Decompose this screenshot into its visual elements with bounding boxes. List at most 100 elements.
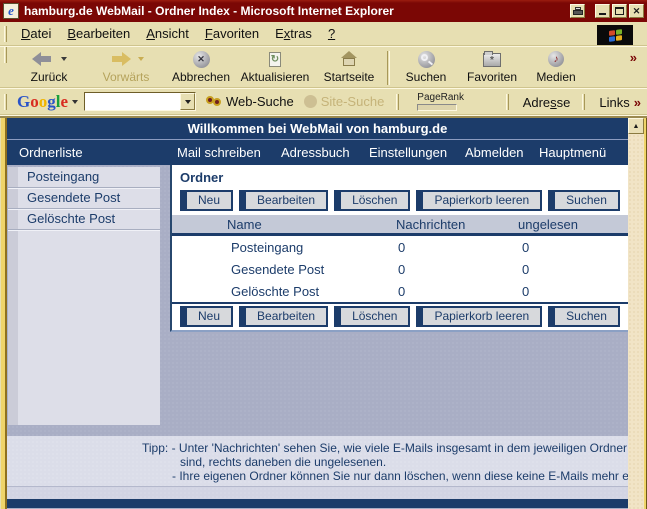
neu-button[interactable]: Neu	[185, 190, 233, 211]
nav-abmelden[interactable]: Abmelden	[465, 145, 524, 160]
google-menu-caret-icon[interactable]	[72, 100, 78, 104]
links-chevron-icon[interactable]: »	[634, 95, 641, 110]
home-button[interactable]: Startseite	[315, 47, 383, 87]
address-bar-label[interactable]: Adresse	[515, 95, 579, 110]
folder-link[interactable]: Gelöschte Post	[231, 284, 319, 299]
nav-einstellungen[interactable]: Einstellungen	[369, 145, 447, 160]
folder-sidebar: Posteingang Gesendete Post Gelöschte Pos…	[8, 167, 160, 425]
web-search-button[interactable]: Web-Suche	[206, 94, 294, 109]
folder-link[interactable]: Gesendete Post	[231, 262, 324, 277]
google-search-input[interactable]	[85, 94, 180, 109]
papierkorb-leeren-button[interactable]: Papierkorb leeren	[421, 306, 542, 327]
lower-strip	[7, 486, 628, 499]
pagerank-bar	[417, 104, 457, 111]
google-toolbar: Google Web-Suche Site-Suche PageRank Adr…	[0, 88, 647, 114]
toolbar-overflow-chevron-icon[interactable]: »	[630, 50, 637, 65]
pagerank-indicator: PageRank	[417, 93, 464, 111]
back-button[interactable]: Zurück	[13, 47, 85, 87]
page-left-border	[0, 118, 7, 509]
sidebar-item-posteingang[interactable]: Posteingang	[8, 167, 160, 188]
windows-brand-logo	[597, 25, 633, 45]
toolbar-gripper[interactable]	[506, 94, 509, 110]
site-search-icon	[304, 95, 317, 108]
vertical-scrollbar[interactable]: ▲	[628, 118, 644, 509]
window-title: hamburg.de WebMail - Ordner Index - Micr…	[24, 4, 568, 18]
menu-ansicht[interactable]: Ansicht	[138, 24, 197, 43]
scroll-up-icon: ▲	[633, 123, 640, 130]
favorites-button[interactable]: * Favoriten	[458, 47, 526, 87]
toolbar-separator	[396, 94, 399, 110]
links-bar-label[interactable]: Links	[591, 95, 631, 110]
table-row: Posteingang 0 0	[172, 236, 628, 258]
table-row: Gelöschte Post 0 0	[172, 280, 628, 302]
minimize-button[interactable]	[595, 4, 610, 18]
back-icon	[32, 52, 54, 66]
loeschen-button[interactable]: Löschen	[339, 306, 410, 327]
minimize-icon	[599, 13, 606, 15]
forward-button: Vorwärts	[85, 47, 167, 87]
back-dropdown-icon[interactable]	[61, 57, 67, 61]
action-button-row-bottom: Neu Bearbeiten Löschen Papierkorb leeren…	[180, 306, 628, 327]
menu-extras[interactable]: Extras	[267, 24, 320, 43]
nav-hauptmenu[interactable]: Hauptmenü	[539, 145, 606, 160]
suchen-button[interactable]: Suchen	[553, 306, 620, 327]
nav-mail-schreiben[interactable]: Mail schreiben	[177, 145, 261, 160]
webmail-page: Willkommen bei WebMail von hamburg.de Or…	[7, 118, 628, 509]
search-icon	[418, 51, 435, 68]
browser-window: e hamburg.de WebMail - Ordner Index - Mi…	[0, 0, 647, 509]
binoculars-icon	[206, 96, 222, 108]
stop-icon: ✕	[193, 51, 210, 68]
toolbar-gripper[interactable]	[4, 47, 7, 63]
site-search-button: Site-Suche	[304, 94, 385, 109]
chevron-down-icon	[185, 100, 191, 104]
google-logo[interactable]: Google	[17, 92, 68, 112]
scroll-up-button[interactable]: ▲	[628, 118, 644, 134]
windows-flag-icon	[609, 29, 622, 42]
maximize-button[interactable]	[612, 4, 627, 18]
menu-datei[interactable]: Datei	[13, 24, 59, 43]
footer-bar	[7, 499, 628, 508]
suchen-button[interactable]: Suchen	[553, 190, 620, 211]
bearbeiten-button[interactable]: Bearbeiten	[244, 306, 328, 327]
webmail-nav-bar: Ordnerliste Mail schreiben Adressbuch Ei…	[7, 140, 628, 165]
loeschen-button[interactable]: Löschen	[339, 190, 410, 211]
neu-button[interactable]: Neu	[185, 306, 233, 327]
folder-content-box: Ordner Neu Bearbeiten Löschen Papierkorb…	[170, 165, 628, 332]
toolbar-gripper[interactable]	[4, 26, 7, 42]
papierkorb-leeren-button[interactable]: Papierkorb leeren	[421, 190, 542, 211]
forward-icon	[109, 52, 131, 66]
media-icon: ♪	[548, 51, 564, 67]
toolbar-gripper[interactable]	[4, 94, 7, 110]
refresh-button[interactable]: ↻ Aktualisieren	[235, 47, 315, 87]
home-icon	[340, 51, 358, 67]
refresh-icon: ↻	[269, 52, 281, 67]
menu-favoriten[interactable]: Favoriten	[197, 24, 267, 43]
google-search-box[interactable]	[84, 92, 196, 111]
stop-button[interactable]: ✕ Abbrechen	[167, 47, 235, 87]
bearbeiten-button[interactable]: Bearbeiten	[244, 190, 328, 211]
search-dropdown-button[interactable]	[180, 93, 195, 110]
ie-logo-icon: e	[3, 3, 19, 19]
tip-line: - Ihre eigenen Ordner können Sie nur dan…	[172, 469, 628, 483]
standard-buttons-toolbar: Zurück Vorwärts ✕ Abbrechen ↻ Aktualisie…	[0, 46, 647, 88]
favorites-icon: *	[483, 53, 501, 67]
menu-help[interactable]: ?	[320, 24, 343, 43]
tip-line: Tipp: - Unter 'Nachrichten' sehen Sie, w…	[142, 441, 628, 455]
print-button[interactable]	[570, 4, 585, 18]
webmail-body: Posteingang Gesendete Post Gelöschte Pos…	[7, 165, 628, 508]
title-bar: e hamburg.de WebMail - Ordner Index - Mi…	[0, 0, 647, 22]
sidebar-item-geloeschte-post[interactable]: Gelöschte Post	[8, 209, 160, 230]
menu-bar: Datei Bearbeiten Ansicht Favoriten Extra…	[0, 22, 647, 46]
menu-bearbeiten[interactable]: Bearbeiten	[59, 24, 138, 43]
nav-adressbuch[interactable]: Adressbuch	[281, 145, 350, 160]
search-button[interactable]: Suchen	[394, 47, 458, 87]
table-header-row: Name Nachrichten ungelesen	[172, 215, 628, 236]
folder-link[interactable]: Posteingang	[231, 240, 303, 255]
close-button[interactable]: ✕	[629, 4, 644, 18]
sidebar-item-gesendete-post[interactable]: Gesendete Post	[8, 188, 160, 209]
section-title: Ordner	[180, 170, 628, 185]
forward-dropdown-icon	[138, 57, 144, 61]
toolbar-gripper[interactable]	[582, 94, 585, 110]
media-button[interactable]: ♪ Medien	[526, 47, 586, 87]
tip-band: Tipp: - Unter 'Nachrichten' sehen Sie, w…	[7, 436, 628, 486]
